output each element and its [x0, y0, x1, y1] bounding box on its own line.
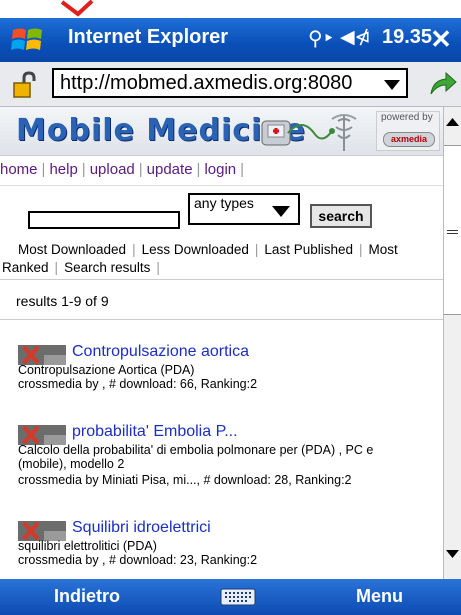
- site-banner: Mobile Medicine powered by axmedia: [0, 107, 443, 156]
- scroll-down-icon[interactable]: [444, 547, 461, 561]
- windows-start-icon[interactable]: [10, 25, 44, 55]
- tab-most-ranked-part2[interactable]: Ranked: [2, 260, 49, 275]
- item-meta: crossmedia by , # download: 23, Ranking:…: [18, 553, 258, 567]
- nav-home-link[interactable]: home: [0, 161, 38, 178]
- tab-last-published[interactable]: Last Published: [264, 242, 353, 257]
- signal-icon[interactable]: ⚲‣: [308, 26, 334, 51]
- tab-search-results[interactable]: Search results: [64, 260, 150, 275]
- speaker-icon[interactable]: ◀⋪: [340, 26, 371, 49]
- divider: [0, 279, 443, 280]
- tab-most-ranked-part1[interactable]: Most: [369, 242, 398, 257]
- back-softkey[interactable]: Indietro: [54, 586, 120, 607]
- lock-icon[interactable]: [10, 70, 40, 100]
- type-select[interactable]: any types: [188, 193, 300, 225]
- result-tabs: Most Downloaded | Less Downloaded | Last Pub…: [2, 242, 398, 275]
- item-meta: crossmedia by , # download: 66, Ranking:…: [18, 377, 258, 391]
- tab-most-downloaded[interactable]: Most Downloaded: [18, 242, 126, 257]
- window-title: Internet Explorer: [68, 26, 229, 48]
- page-viewport[interactable]: Mobile Medicine powered by axmedia home |…: [0, 107, 443, 579]
- go-arrow-icon[interactable]: [428, 70, 458, 100]
- divider: [0, 319, 443, 320]
- keyboard-icon[interactable]: [220, 587, 256, 607]
- powered-by-badge[interactable]: powered by axmedia: [376, 111, 440, 151]
- search-button[interactable]: search: [310, 204, 372, 228]
- type-select-value: any types: [194, 195, 254, 211]
- url-field[interactable]: http://mobmed.axmedis.org:8080: [52, 68, 408, 98]
- nav-upload-link[interactable]: upload: [90, 161, 135, 178]
- nav-update-link[interactable]: update: [147, 161, 193, 178]
- close-button[interactable]: ✕: [426, 24, 456, 54]
- item-meta: crossmedia by Miniati Pisa, mi..., # dow…: [18, 473, 352, 487]
- grip-icon: [447, 230, 458, 234]
- media-thumbnail-icon: [18, 425, 66, 445]
- powered-by-label: powered by: [381, 112, 433, 123]
- title-bar: Internet Explorer ⚲‣ ◀⋪ 19.35 ✕: [0, 18, 461, 62]
- chevron-down-icon: [272, 206, 290, 217]
- nav-login-link[interactable]: login: [204, 161, 236, 178]
- scrollbar-thumb[interactable]: [444, 145, 461, 315]
- address-bar: http://mobmed.axmedis.org:8080: [0, 62, 461, 107]
- item-subtitle: Contropulsazione Aortica (PDA): [18, 363, 195, 377]
- powered-logo: axmedia: [383, 132, 435, 147]
- softkey-bar: Indietro Menu: [0, 579, 461, 615]
- item-title-link[interactable]: probabilita' Embolia P...: [72, 423, 238, 441]
- vertical-scrollbar[interactable]: [443, 107, 461, 579]
- media-thumbnail-icon: [18, 521, 66, 541]
- url-text: http://mobmed.axmedis.org:8080: [60, 72, 353, 94]
- item-title-link[interactable]: Squilibri idroelettrici: [72, 519, 211, 537]
- item-title-link[interactable]: Contropulsazione aortica: [72, 343, 249, 361]
- results-summary: results 1-9 of 9: [16, 293, 109, 309]
- menu-softkey[interactable]: Menu: [356, 586, 403, 607]
- nav-links: home | help | upload | update | login |: [0, 161, 245, 178]
- scroll-up-icon[interactable]: [444, 115, 461, 129]
- medical-logo-icon: [261, 114, 357, 151]
- red-mark-icon: [60, 0, 94, 17]
- item-subtitle: squilibri elettrolitici (PDA): [18, 539, 157, 553]
- tab-less-downloaded[interactable]: Less Downloaded: [142, 242, 249, 257]
- nav-help-link[interactable]: help: [49, 161, 77, 178]
- search-input[interactable]: [28, 211, 180, 229]
- media-thumbnail-icon: [18, 345, 66, 365]
- url-dropdown-icon[interactable]: [384, 80, 400, 90]
- divider: [0, 185, 443, 186]
- item-subtitle: Calcolo della probabilita' di embolia po…: [18, 443, 374, 471]
- clock[interactable]: 19.35: [382, 26, 432, 49]
